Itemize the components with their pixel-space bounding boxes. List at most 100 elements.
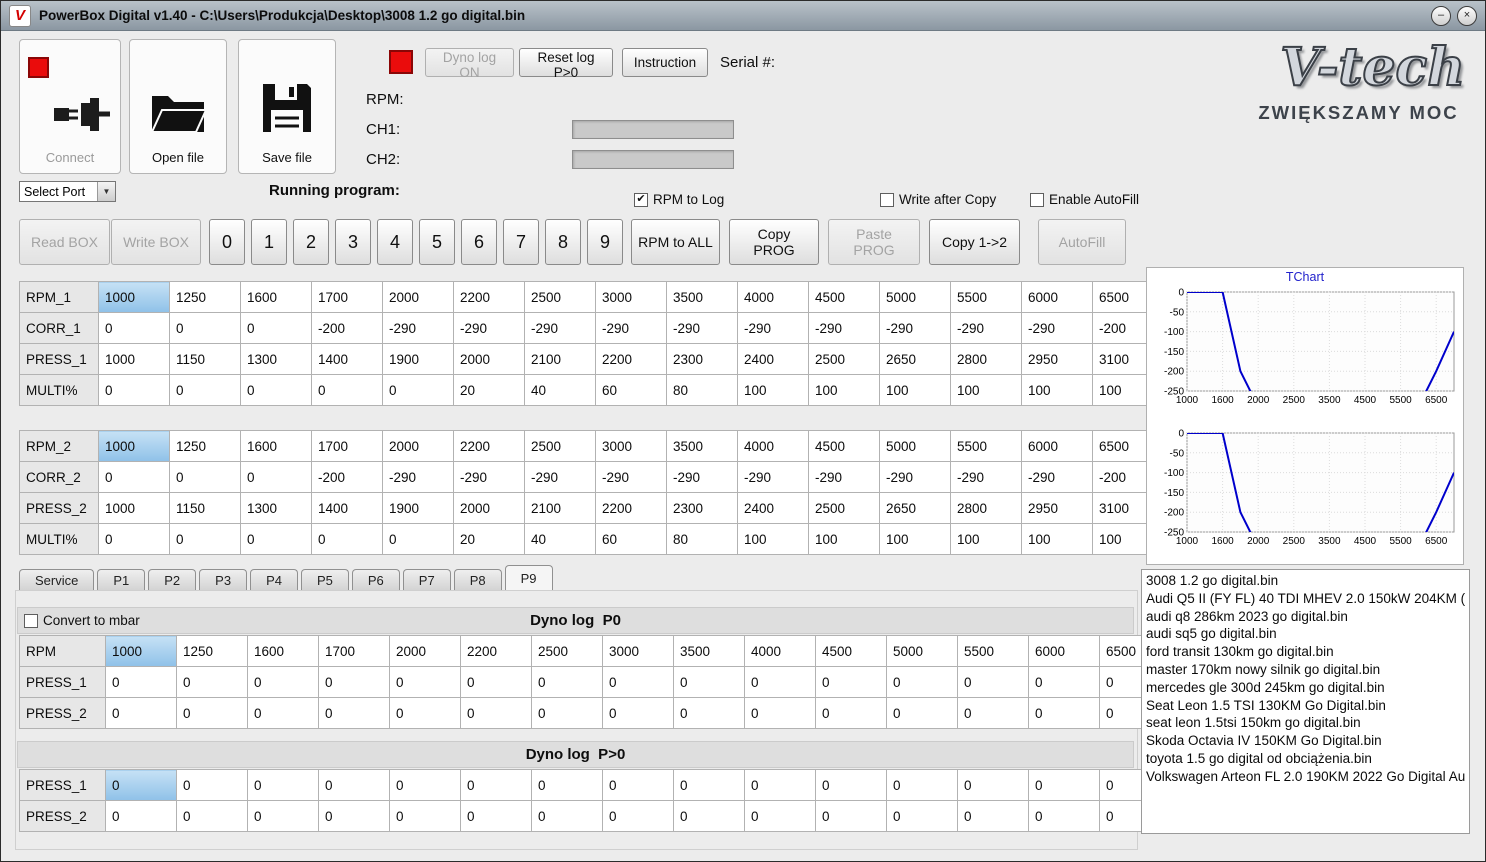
- cell-PRESS_2-2[interactable]: 1300: [240, 492, 312, 524]
- cell-CORR_1-13[interactable]: -290: [1021, 312, 1093, 344]
- cell-PRESS_2-7[interactable]: 0: [602, 697, 674, 729]
- file-list-item[interactable]: master 170km nowy silnik go digital.bin: [1146, 661, 1465, 679]
- cell-RPM-11[interactable]: 5000: [886, 635, 958, 667]
- cell-MULTI%-11[interactable]: 100: [879, 523, 951, 555]
- cell-RPM-6[interactable]: 2500: [531, 635, 603, 667]
- cell-RPM-9[interactable]: 4000: [744, 635, 816, 667]
- cell-RPM_2-8[interactable]: 3500: [666, 430, 738, 462]
- cell-RPM-8[interactable]: 3500: [673, 635, 745, 667]
- cell-PRESS_1-0[interactable]: 1000: [98, 343, 170, 375]
- cell-CORR_2-12[interactable]: -290: [950, 461, 1022, 493]
- cell-RPM-12[interactable]: 5500: [957, 635, 1029, 667]
- cell-PRESS_1-2[interactable]: 1300: [240, 343, 312, 375]
- cell-PRESS_2-9[interactable]: 0: [744, 800, 816, 832]
- file-list-item[interactable]: 3008 1.2 go digital.bin: [1146, 572, 1465, 590]
- close-button[interactable]: ×: [1457, 5, 1477, 26]
- cell-RPM_1-5[interactable]: 2200: [453, 281, 525, 313]
- file-list-item[interactable]: toyota 1.5 go digital od obciążenia.bin: [1146, 750, 1465, 768]
- cell-PRESS_2-9[interactable]: 0: [744, 697, 816, 729]
- open-file-button[interactable]: Open file: [129, 39, 227, 174]
- tab-p8[interactable]: P8: [453, 569, 502, 591]
- cell-RPM-7[interactable]: 3000: [602, 635, 674, 667]
- cell-PRESS_1-9[interactable]: 0: [744, 666, 816, 698]
- tab-p7[interactable]: P7: [402, 569, 451, 591]
- cell-RPM_1-3[interactable]: 1700: [311, 281, 383, 313]
- cell-MULTI%-0[interactable]: 0: [98, 374, 170, 406]
- digit-button-0[interactable]: 0: [209, 219, 245, 265]
- cell-MULTI%-10[interactable]: 100: [808, 374, 880, 406]
- cell-RPM_2-3[interactable]: 1700: [311, 430, 383, 462]
- cell-RPM-13[interactable]: 6000: [1028, 635, 1100, 667]
- cell-RPM_2-5[interactable]: 2200: [453, 430, 525, 462]
- cell-PRESS_2-5[interactable]: 0: [460, 800, 532, 832]
- cell-MULTI%-3[interactable]: 0: [311, 374, 383, 406]
- cell-CORR_2-8[interactable]: -290: [666, 461, 738, 493]
- file-list-item[interactable]: Audi Q5 II (FY FL) 40 TDI MHEV 2.0 150kW…: [1146, 590, 1465, 608]
- cell-RPM-10[interactable]: 4500: [815, 635, 887, 667]
- cell-PRESS_1-12[interactable]: 0: [957, 666, 1029, 698]
- cell-PRESS_2-5[interactable]: 0: [460, 697, 532, 729]
- cell-MULTI%-12[interactable]: 100: [950, 374, 1022, 406]
- cell-PRESS_2-0[interactable]: 1000: [98, 492, 170, 524]
- port-select[interactable]: Select Port ▼: [19, 181, 116, 202]
- cell-PRESS_2-12[interactable]: 2800: [950, 492, 1022, 524]
- cell-PRESS_2-4[interactable]: 0: [389, 697, 461, 729]
- rpm-to-log-checkbox[interactable]: ✔ RPM to Log: [634, 192, 724, 207]
- cell-PRESS_2-13[interactable]: 0: [1028, 800, 1100, 832]
- cell-RPM_1-12[interactable]: 5500: [950, 281, 1022, 313]
- tab-p3[interactable]: P3: [199, 569, 248, 591]
- cell-MULTI%-13[interactable]: 100: [1021, 374, 1093, 406]
- cell-MULTI%-10[interactable]: 100: [808, 523, 880, 555]
- cell-PRESS_1-3[interactable]: 0: [318, 666, 390, 698]
- cell-RPM_2-1[interactable]: 1250: [169, 430, 241, 462]
- cell-CORR_1-7[interactable]: -290: [595, 312, 667, 344]
- cell-RPM_1-0[interactable]: 1000: [98, 281, 170, 313]
- cell-PRESS_2-12[interactable]: 0: [957, 800, 1029, 832]
- cell-RPM_2-9[interactable]: 4000: [737, 430, 809, 462]
- cell-PRESS_2-4[interactable]: 1900: [382, 492, 454, 524]
- digit-button-4[interactable]: 4: [377, 219, 413, 265]
- cell-RPM_1-6[interactable]: 2500: [524, 281, 596, 313]
- cell-MULTI%-3[interactable]: 0: [311, 523, 383, 555]
- cell-MULTI%-7[interactable]: 60: [595, 523, 667, 555]
- save-file-button[interactable]: Save file: [238, 39, 336, 174]
- digit-button-9[interactable]: 9: [587, 219, 623, 265]
- cell-PRESS_1-0[interactable]: 0: [105, 666, 177, 698]
- cell-RPM-5[interactable]: 2200: [460, 635, 532, 667]
- file-list-item[interactable]: mercedes gle 300d 245km go digital.bin: [1146, 679, 1465, 697]
- cell-PRESS_1-4[interactable]: 1900: [382, 343, 454, 375]
- cell-PRESS_1-13[interactable]: 2950: [1021, 343, 1093, 375]
- cell-PRESS_2-3[interactable]: 0: [318, 697, 390, 729]
- copy-prog-button[interactable]: Copy PROG: [729, 219, 819, 265]
- cell-RPM_1-7[interactable]: 3000: [595, 281, 667, 313]
- cell-CORR_2-6[interactable]: -290: [524, 461, 596, 493]
- cell-PRESS_1-1[interactable]: 0: [176, 769, 248, 801]
- cell-PRESS_2-10[interactable]: 0: [815, 697, 887, 729]
- tab-p5[interactable]: P5: [300, 569, 349, 591]
- cell-PRESS_2-11[interactable]: 0: [886, 800, 958, 832]
- cell-CORR_2-4[interactable]: -290: [382, 461, 454, 493]
- cell-PRESS_1-6[interactable]: 2100: [524, 343, 596, 375]
- cell-CORR_2-7[interactable]: -290: [595, 461, 667, 493]
- cell-PRESS_1-8[interactable]: 2300: [666, 343, 738, 375]
- cell-PRESS_1-5[interactable]: 2000: [453, 343, 525, 375]
- cell-PRESS_2-1[interactable]: 0: [176, 697, 248, 729]
- cell-PRESS_1-0[interactable]: 0: [105, 769, 177, 801]
- cell-CORR_1-1[interactable]: 0: [169, 312, 241, 344]
- rpm-to-all-button[interactable]: RPM to ALL: [631, 219, 720, 265]
- cell-RPM_1-8[interactable]: 3500: [666, 281, 738, 313]
- digit-button-7[interactable]: 7: [503, 219, 539, 265]
- cell-PRESS_1-7[interactable]: 0: [602, 666, 674, 698]
- file-list-item[interactable]: Seat Leon 1.5 TSI 130KM Go Digital.bin: [1146, 697, 1465, 715]
- tab-p1[interactable]: P1: [97, 569, 146, 591]
- file-list-item[interactable]: ford transit 130km go digital.bin: [1146, 643, 1465, 661]
- cell-MULTI%-7[interactable]: 60: [595, 374, 667, 406]
- cell-RPM_1-10[interactable]: 4500: [808, 281, 880, 313]
- cell-PRESS_2-11[interactable]: 2650: [879, 492, 951, 524]
- cell-RPM_1-2[interactable]: 1600: [240, 281, 312, 313]
- cell-RPM-0[interactable]: 1000: [105, 635, 177, 667]
- cell-RPM_2-6[interactable]: 2500: [524, 430, 596, 462]
- cell-RPM_1-4[interactable]: 2000: [382, 281, 454, 313]
- cell-MULTI%-12[interactable]: 100: [950, 523, 1022, 555]
- cell-PRESS_1-2[interactable]: 0: [247, 666, 319, 698]
